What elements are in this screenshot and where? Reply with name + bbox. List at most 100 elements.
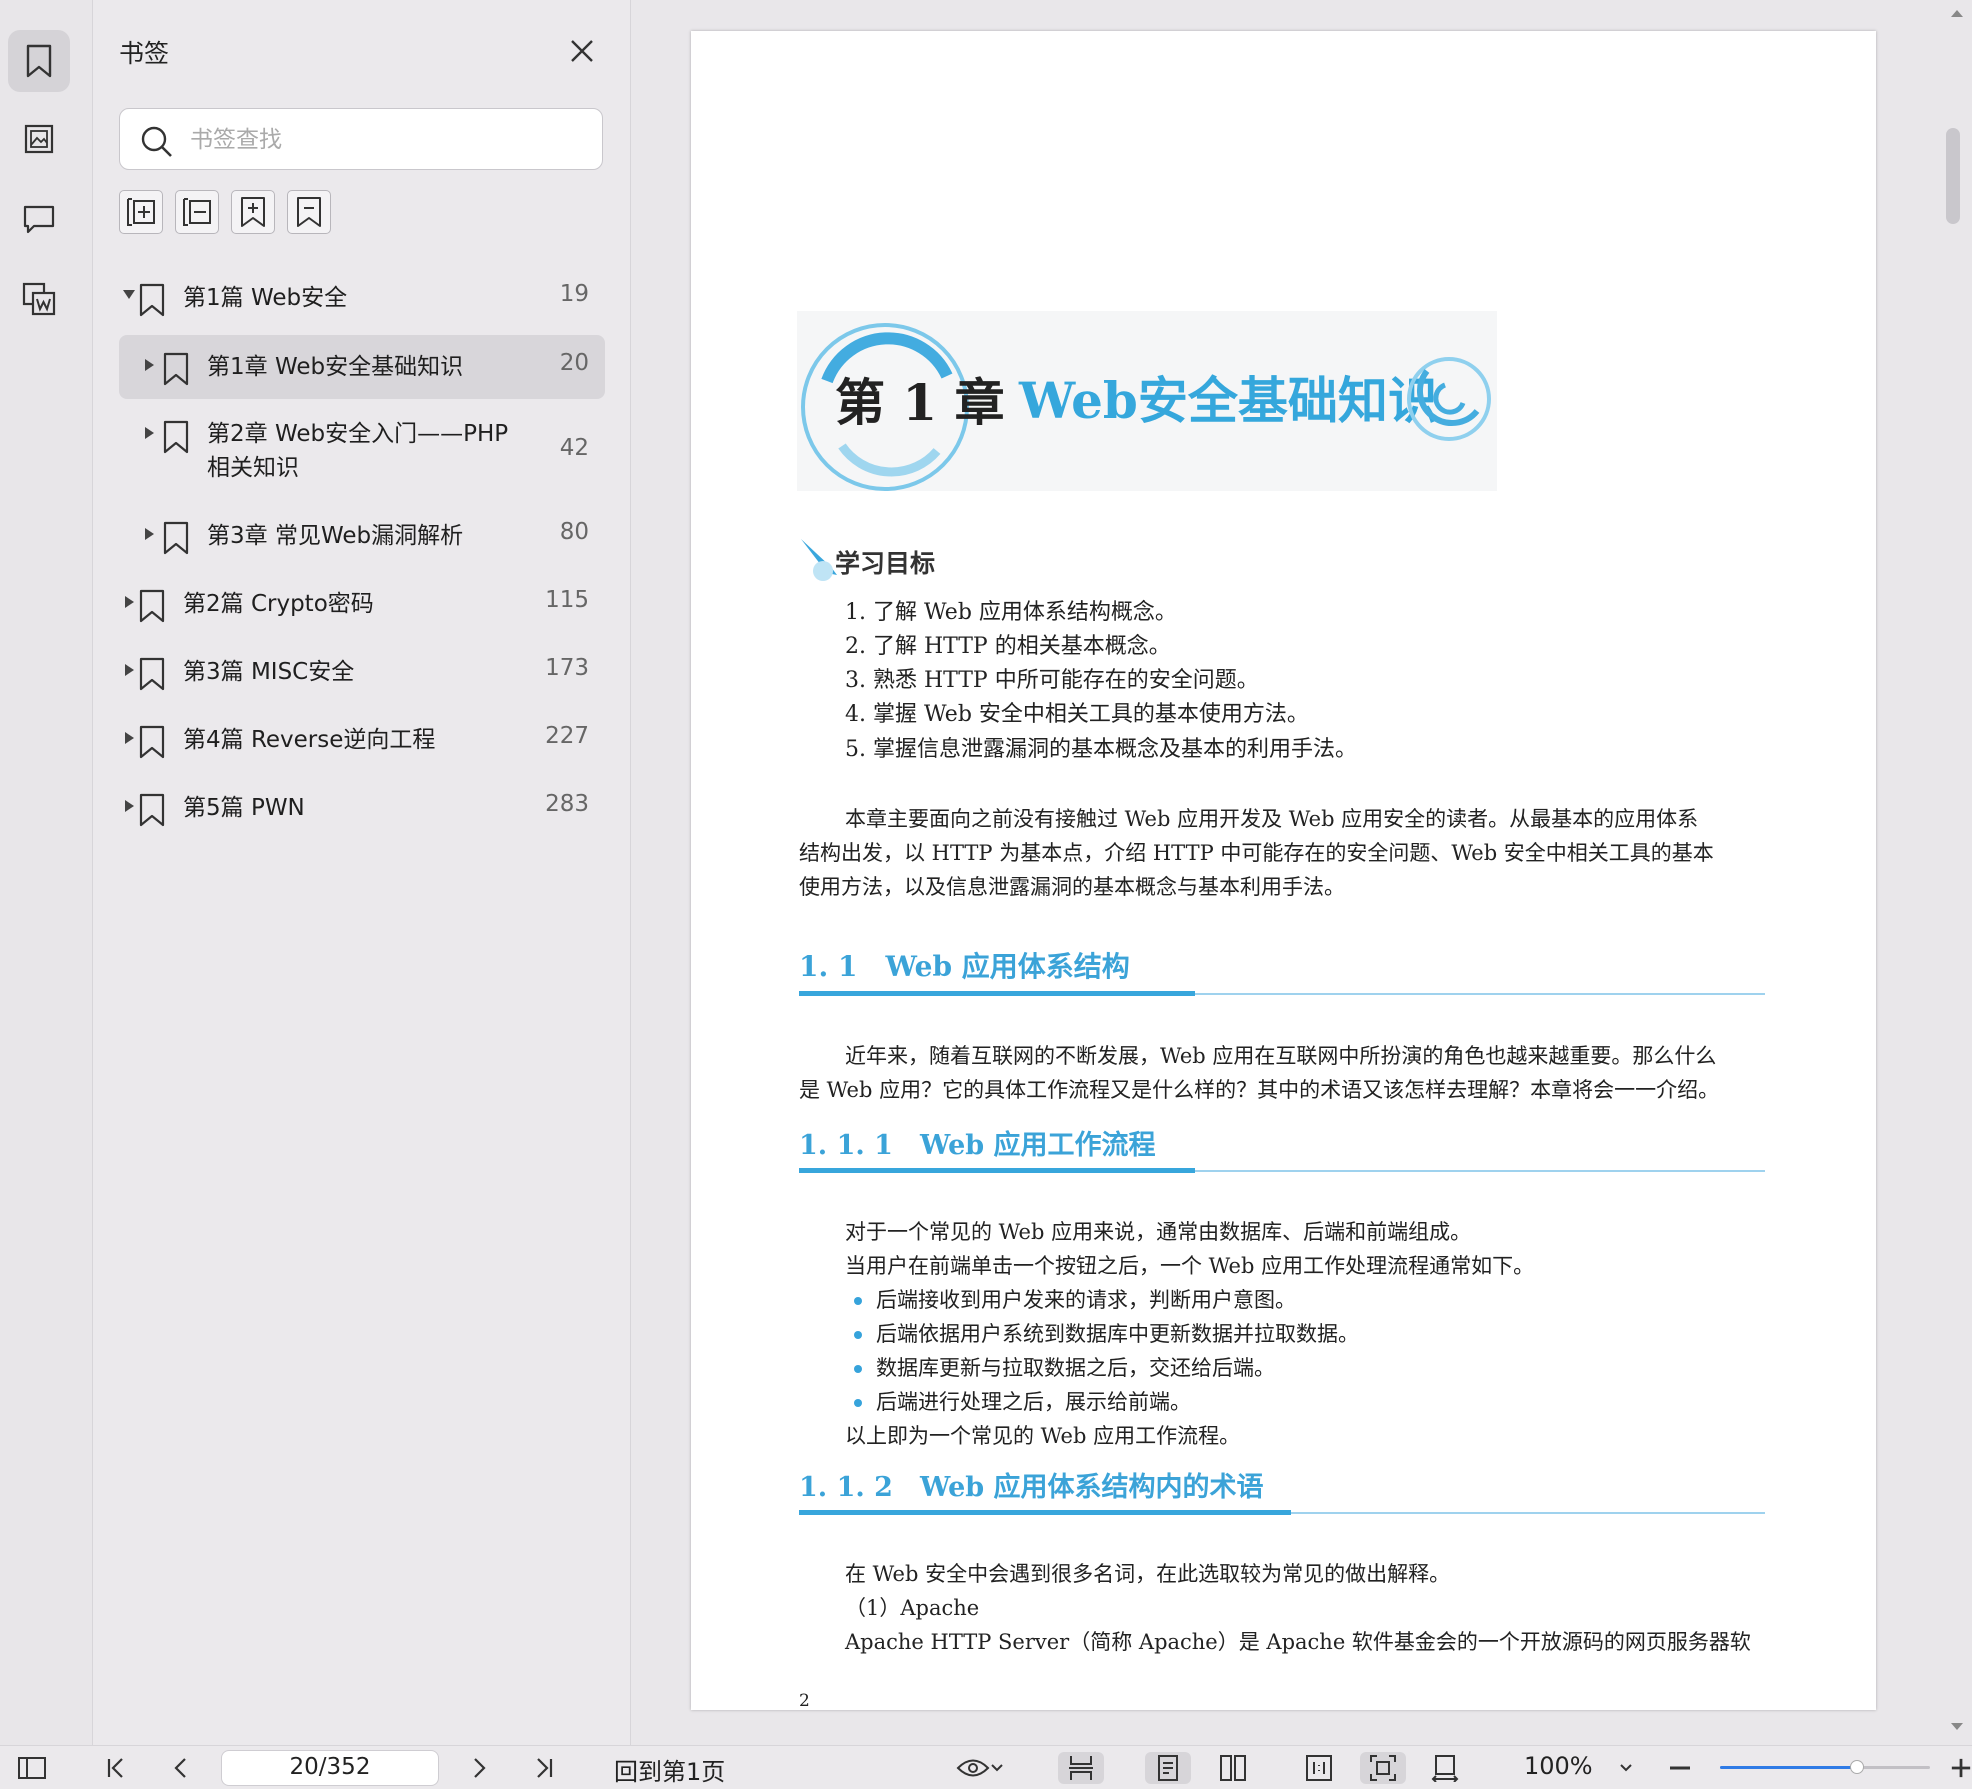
close-panel-button[interactable] [567,36,597,66]
bookmark-item-part3[interactable]: 第3篇 MISC安全 173 [119,640,605,704]
scroll-down-icon[interactable] [1950,1722,1964,1732]
bookmark-label: 第4篇 Reverse逆向工程 [183,727,436,753]
last-page-button[interactable] [528,1752,560,1784]
expand-arrow-icon[interactable] [125,664,134,676]
expand-arrow-icon[interactable] [145,359,154,371]
zoom-in-button[interactable] [1950,1752,1972,1784]
expand-arrow-icon[interactable] [145,427,154,439]
bullet-dot [854,1365,862,1373]
bookmark-item-part1[interactable]: 第1篇 Web安全 19 [119,266,605,330]
minus-icon [1670,1766,1690,1770]
vertical-scrollbar[interactable] [1944,0,1972,1745]
objective-item: 4. 掌握 Web 安全中相关工具的基本使用方法。 [845,702,1309,727]
close-icon [571,40,593,62]
zoom-out-button[interactable] [1664,1752,1696,1784]
thumbnail-panel-button[interactable] [8,108,70,170]
toggle-sidebar-button[interactable] [14,1752,50,1784]
add-bookmark-icon [127,198,155,226]
actual-size-icon [1306,1755,1332,1781]
bookmark-icon [163,352,189,386]
bookmark-item-chapter2[interactable]: 第2章 Web安全入门——PHP 相关知识 42 [119,403,605,499]
chapter-title: Web安全基础知识 [1019,371,1438,430]
paragraph-line: 近年来，随着互联网的不断发展，Web 应用在互联网中所扮演的角色也越来越重要。那… [845,1044,1717,1068]
bookmark-icon [163,420,189,454]
expand-arrow-icon[interactable] [125,800,134,812]
expand-arrow-icon[interactable] [125,732,134,744]
bookmark-item-part2[interactable]: 第2篇 Crypto密码 115 [119,572,605,636]
scroll-up-icon[interactable] [1950,8,1964,18]
continuous-scroll-button[interactable] [1058,1752,1104,1784]
bookmark-item-part5[interactable]: 第5篇 PWN 283 [119,776,605,840]
bullet-item: 后端接收到用户发来的请求，判断用户意图。 [876,1288,1296,1312]
expand-all-button[interactable] [119,190,163,234]
bookmark-search [119,108,603,170]
zoom-value[interactable]: 100% [1524,1752,1593,1780]
fit-page-button[interactable] [1360,1752,1406,1784]
page-number-input[interactable]: 20/352 [221,1750,439,1786]
bookmark-icon [26,44,52,78]
bookmark-page: 20 [559,350,589,376]
section-rule [799,1510,1765,1515]
image-icon [24,124,54,154]
expand-arrow-icon[interactable] [145,528,154,540]
bookmark-search-input[interactable] [188,121,582,159]
bookmark-icon [139,283,165,317]
single-page-button[interactable] [1145,1752,1191,1784]
bookmark-label: 第2篇 Crypto密码 [183,591,374,617]
view-mode-dropdown[interactable] [950,1752,1010,1784]
pdf-to-word-button[interactable] [8,268,70,330]
remove-bookmark-icon [183,198,211,226]
insert-bookmark-icon [241,197,265,227]
bookmark-icon [139,725,165,759]
bookmark-item-chapter3[interactable]: 第3章 常见Web漏洞解析 80 [119,504,605,568]
bookmark-page: 19 [559,281,589,307]
delete-bookmark-button[interactable] [287,190,331,234]
zoom-dropdown[interactable] [1614,1752,1638,1784]
two-page-icon [1220,1755,1246,1781]
fit-page-icon [1370,1755,1396,1781]
objective-item: 5. 掌握信息泄露漏洞的基本概念及基本的利用手法。 [845,737,1357,762]
chevron-down-icon [1620,1764,1632,1772]
section-rule [799,991,1765,996]
zoom-slider-handle[interactable] [1849,1760,1864,1774]
section-heading: 1. 1 Web 应用体系结构 [799,950,1130,983]
zoom-slider[interactable] [1720,1758,1930,1778]
bookmark-page: 173 [545,655,589,681]
sidebar-toggle-icon [18,1757,46,1779]
first-page-button[interactable] [100,1752,132,1784]
bookmark-item-part4[interactable]: 第4篇 Reverse逆向工程 227 [119,708,605,772]
bookmark-item-chapter1[interactable]: 第1章 Web安全基础知识 20 [119,335,605,399]
two-page-button[interactable] [1210,1752,1256,1784]
bullet-dot [854,1297,862,1305]
expand-arrow-icon[interactable] [125,596,134,608]
bookmark-page: 80 [559,519,589,545]
continuous-scroll-icon [1069,1756,1093,1780]
intro-line: 本章主要面向之前没有接触过 Web 应用开发及 Web 应用安全的读者。从最基本… [845,807,1699,831]
actual-size-button[interactable] [1296,1752,1342,1784]
previous-page-button[interactable] [164,1752,196,1784]
paragraph-line: （1）Apache [845,1596,980,1620]
page-number: 2 [799,1691,810,1711]
first-page-icon [107,1758,123,1778]
bullet-item: 后端依据用户系统到数据库中更新数据并拉取数据。 [876,1322,1359,1346]
last-page-icon [537,1758,553,1778]
chapter-banner: 第 1 章 Web安全基础知识 [797,311,1497,491]
collapse-arrow-icon[interactable] [123,290,135,299]
comment-panel-button[interactable] [8,188,70,250]
bookmark-icon [139,793,165,827]
paragraph-line: 当用户在前端单击一个按钮之后，一个 Web 应用工作处理流程通常如下。 [845,1254,1535,1278]
add-bookmark-button[interactable] [231,190,275,234]
bookmark-page: 227 [545,723,589,749]
collapse-all-button[interactable] [175,190,219,234]
bullet-dot [854,1331,862,1339]
back-to-first-page-link[interactable]: 回到第1页 [614,1752,725,1787]
fit-width-button[interactable] [1422,1752,1468,1784]
next-page-button[interactable] [464,1752,496,1784]
section-rule [799,1168,1765,1173]
paragraph-line: 在 Web 安全中会遇到很多名词，在此选取较为常见的做出解释。 [845,1562,1451,1586]
scrollbar-thumb[interactable] [1946,128,1960,224]
search-icon [141,126,172,157]
bookmark-panel-button[interactable] [8,30,70,92]
bullet-item: 数据库更新与拉取数据之后，交还给后端。 [876,1356,1275,1380]
bookmark-page: 115 [545,587,589,613]
